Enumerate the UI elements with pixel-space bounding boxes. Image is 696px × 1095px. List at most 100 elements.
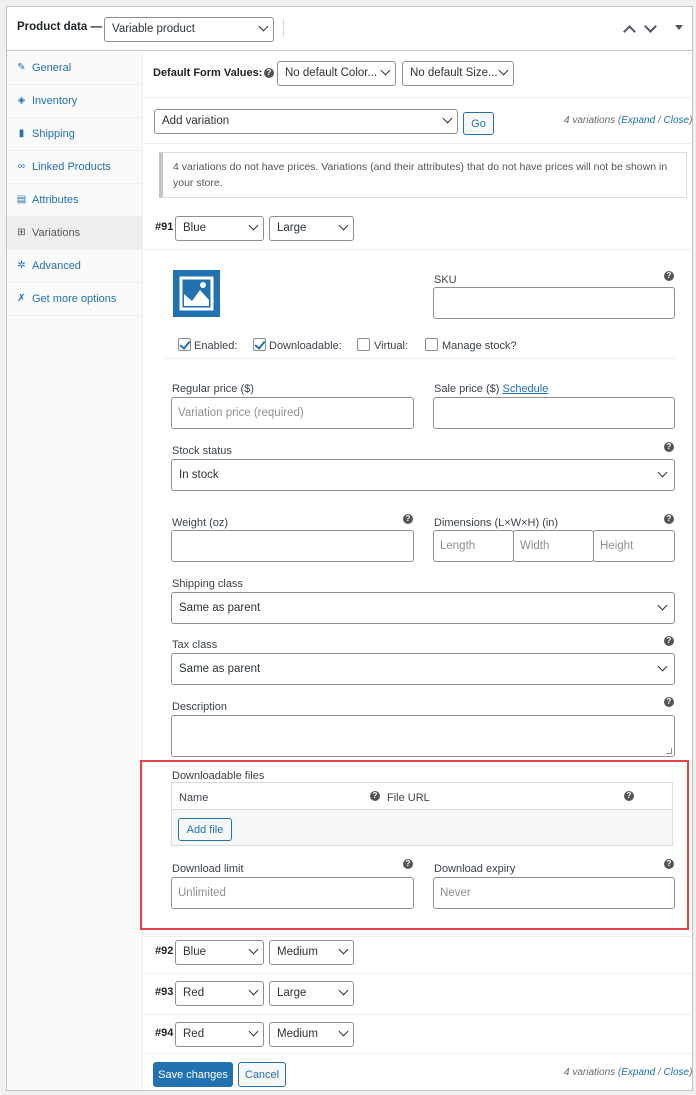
tab-advanced[interactable]: ✲ Advanced: [7, 250, 143, 283]
variation-color-select[interactable]: Blue: [175, 940, 264, 965]
description-textarea[interactable]: [171, 715, 675, 757]
variation-id: #93: [155, 986, 174, 998]
list-icon: ▤: [16, 194, 27, 205]
help-icon[interactable]: ?: [370, 791, 380, 801]
variation-color-select[interactable]: Red: [175, 1022, 264, 1047]
variation-color-value: Blue: [183, 946, 207, 958]
chevron-down-icon: [338, 985, 349, 996]
divider: [144, 143, 692, 144]
missing-prices-notice: 4 variations do not have prices. Variati…: [159, 152, 687, 198]
separator-text: /: [655, 115, 664, 126]
variation-size-select[interactable]: Large: [269, 981, 354, 1006]
default-color-select[interactable]: No default Color...: [277, 61, 396, 86]
file-url-column: File URL: [387, 792, 430, 804]
chevron-down-icon: [380, 65, 391, 76]
stock-status-select[interactable]: In stock: [171, 459, 675, 491]
save-changes-button[interactable]: Save changes: [153, 1062, 233, 1087]
paren-text: ): [689, 1067, 693, 1078]
variations-count: 4 variations (Expand / Close): [564, 115, 692, 126]
help-icon[interactable]: ?: [264, 68, 274, 78]
downloadable-files-table: Name ? File URL ? Add file: [171, 782, 673, 846]
chevron-down-icon: [248, 220, 259, 231]
variations-count-text: 4 variations (: [564, 1067, 622, 1078]
weight-input[interactable]: [171, 530, 414, 562]
tab-linked-products[interactable]: ∞ Linked Products: [7, 151, 143, 184]
tab-shipping[interactable]: ▮ Shipping: [7, 118, 143, 151]
variation-color-value: Blue: [183, 222, 207, 234]
move-down-icon[interactable]: [644, 20, 657, 33]
variation-color-value: Red: [183, 987, 205, 999]
variation-actions-select[interactable]: Add variation: [154, 109, 458, 134]
chevron-down-icon: [258, 21, 269, 32]
help-icon[interactable]: ?: [403, 859, 413, 869]
toggle-panel-icon[interactable]: [675, 25, 683, 30]
tab-variations[interactable]: ⊞ Variations: [7, 217, 143, 250]
downloadable-checkbox[interactable]: [253, 338, 266, 351]
downloadable-label: Downloadable:: [269, 340, 342, 352]
help-icon[interactable]: ?: [664, 442, 674, 452]
product-data-header: Product data — Variable product: [7, 7, 692, 51]
file-name-column: Name: [179, 792, 209, 804]
truck-icon: ▮: [18, 128, 25, 139]
chevron-down-icon: [338, 220, 349, 231]
divider: [144, 97, 692, 98]
shipping-class-select[interactable]: Same as parent: [171, 592, 675, 624]
tab-inventory[interactable]: ◈ Inventory: [7, 85, 143, 118]
variations-count: 4 variations (Expand / Close): [564, 1067, 692, 1078]
download-limit-input[interactable]: Unlimited: [171, 877, 414, 909]
width-input[interactable]: Width: [513, 530, 594, 562]
chevron-down-icon: [498, 65, 509, 76]
height-input[interactable]: Height: [593, 530, 675, 562]
separator-text: /: [655, 1067, 664, 1078]
variation-size-select[interactable]: Large: [269, 216, 354, 241]
regular-price-input[interactable]: Variation price (required): [171, 397, 414, 429]
add-file-button[interactable]: Add file: [178, 818, 232, 841]
enabled-label: Enabled:: [194, 340, 238, 352]
move-up-icon[interactable]: [623, 25, 636, 38]
variation-size-value: Medium: [277, 946, 318, 958]
divider: [144, 936, 692, 937]
tab-get-more-options[interactable]: ✗ Get more options: [7, 283, 143, 316]
download-expiry-input[interactable]: Never: [433, 877, 675, 909]
help-icon[interactable]: ?: [664, 636, 674, 646]
resize-handle-icon[interactable]: [666, 748, 672, 754]
help-icon[interactable]: ?: [664, 697, 674, 707]
schedule-link[interactable]: Schedule: [502, 383, 548, 395]
virtual-checkbox[interactable]: [357, 338, 370, 351]
variation-size-value: Large: [277, 222, 307, 234]
enabled-checkbox[interactable]: [178, 338, 191, 351]
cancel-button[interactable]: Cancel: [238, 1062, 286, 1087]
help-icon[interactable]: ?: [624, 791, 634, 801]
tax-class-select[interactable]: Same as parent: [171, 653, 675, 685]
tab-attributes[interactable]: ▤ Attributes: [7, 184, 143, 217]
chevron-down-icon: [248, 944, 259, 955]
help-icon[interactable]: ?: [664, 514, 674, 524]
expand-link[interactable]: Expand: [621, 1067, 655, 1078]
chevron-down-icon: [657, 661, 668, 672]
variation-size-select[interactable]: Medium: [269, 940, 354, 965]
close-link[interactable]: Close: [664, 1067, 690, 1078]
tab-general[interactable]: ✎ General: [7, 52, 143, 85]
tab-label: Variations: [32, 227, 81, 239]
variation-image-button[interactable]: [173, 270, 220, 317]
length-input[interactable]: Length: [433, 530, 514, 562]
product-data-panel: Product data — Variable product ✎ Genera…: [6, 6, 693, 1091]
go-button[interactable]: Go: [463, 112, 494, 135]
product-type-select[interactable]: Variable product: [104, 17, 274, 42]
variation-size-select[interactable]: Medium: [269, 1022, 354, 1047]
default-color-value: No default Color...: [285, 67, 378, 79]
variation-color-select[interactable]: Red: [175, 981, 264, 1006]
tab-label: Linked Products: [32, 161, 111, 173]
variation-color-select[interactable]: Blue: [175, 216, 264, 241]
close-link[interactable]: Close: [664, 115, 690, 126]
sale-price-input[interactable]: [433, 397, 675, 429]
manage-stock-checkbox[interactable]: [425, 338, 438, 351]
variation-id: #92: [155, 945, 174, 957]
help-icon[interactable]: ?: [403, 514, 413, 524]
default-size-select[interactable]: No default Size...: [402, 61, 514, 86]
downloadable-files-label: Downloadable files: [172, 770, 265, 782]
help-icon[interactable]: ?: [664, 859, 674, 869]
expand-link[interactable]: Expand: [621, 115, 655, 126]
sku-input[interactable]: [433, 287, 675, 319]
help-icon[interactable]: ?: [664, 271, 674, 281]
